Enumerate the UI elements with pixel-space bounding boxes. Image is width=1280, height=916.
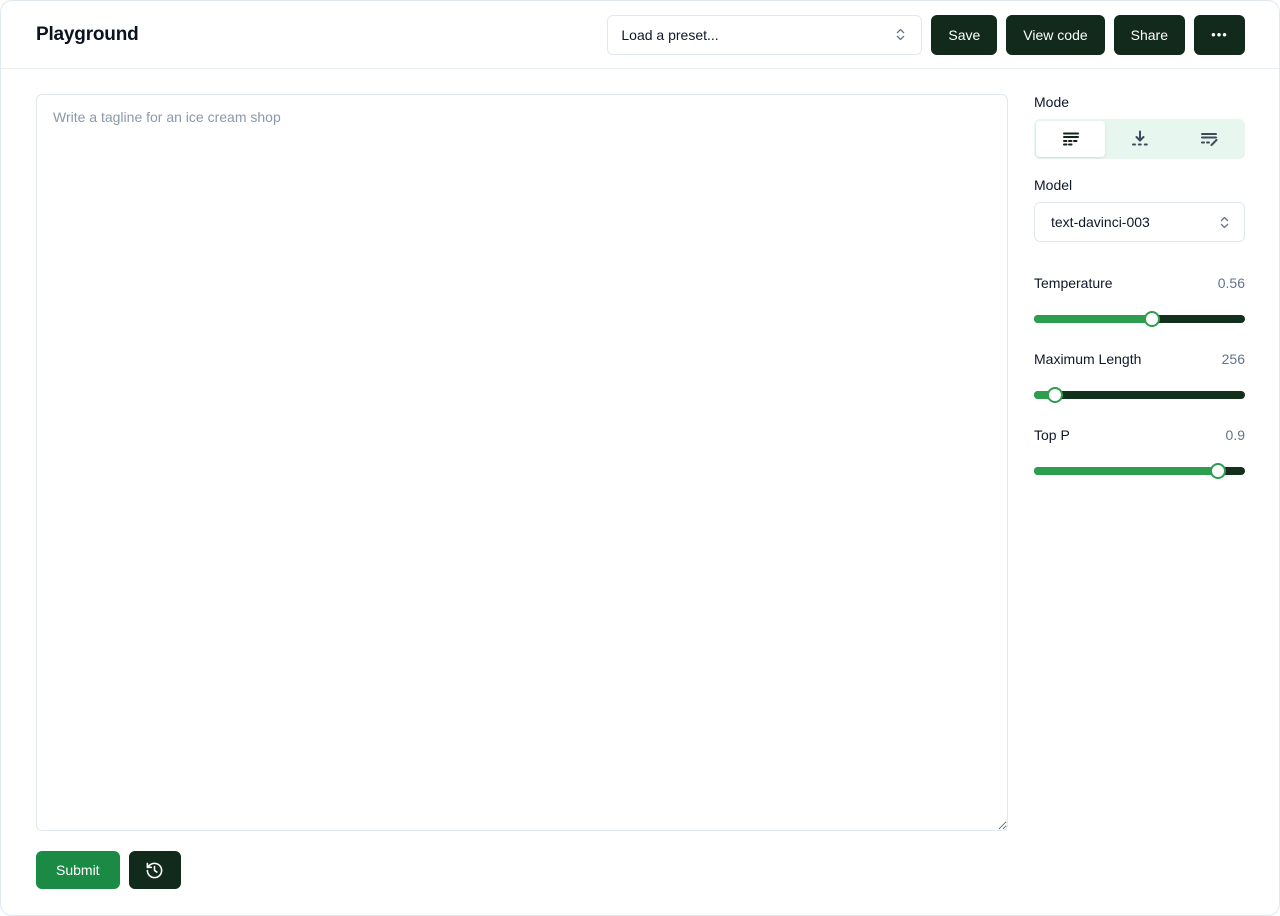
share-button[interactable]: Share: [1114, 15, 1185, 55]
save-button[interactable]: Save: [931, 15, 997, 55]
top-p-label: Top P: [1034, 427, 1070, 443]
main-content: Submit Mode: [1, 69, 1279, 915]
chevrons-up-down-icon: [893, 27, 908, 42]
submit-button[interactable]: Submit: [36, 851, 120, 889]
load-preset-value: Load a preset...: [621, 27, 718, 43]
history-button[interactable]: [129, 851, 181, 889]
model-select[interactable]: text-davinci-003: [1034, 202, 1245, 242]
editor-actions: Submit: [36, 851, 1008, 889]
chevrons-up-down-icon: [1217, 215, 1232, 230]
page-title: Playground: [36, 24, 139, 46]
temperature-slider[interactable]: [1034, 315, 1245, 323]
model-select-value: text-davinci-003: [1051, 214, 1150, 230]
edit-mode-icon: [1199, 129, 1219, 149]
settings-sidebar: Mode: [1034, 94, 1245, 915]
mode-tab-edit[interactable]: [1174, 121, 1243, 157]
slider-range: [1034, 467, 1218, 475]
insert-mode-icon: [1130, 129, 1150, 149]
mode-tab-insert[interactable]: [1105, 121, 1174, 157]
load-preset-select[interactable]: Load a preset...: [607, 15, 922, 55]
temperature-slider-thumb[interactable]: [1144, 311, 1160, 327]
prompt-input[interactable]: [36, 94, 1008, 831]
playground-window: Playground Load a preset... Save View co…: [0, 0, 1280, 916]
mode-tab-complete[interactable]: [1036, 121, 1105, 157]
maximum-length-slider[interactable]: [1034, 391, 1245, 399]
header-actions: Load a preset... Save View code Share ••…: [607, 15, 1245, 55]
mode-label: Mode: [1034, 94, 1245, 110]
maximum-length-value: 256: [1222, 351, 1245, 367]
maximum-length-label: Maximum Length: [1034, 351, 1141, 367]
maximum-length-control: Maximum Length 256: [1034, 351, 1245, 399]
history-icon: [145, 861, 164, 880]
top-p-value: 0.9: [1226, 427, 1245, 443]
slider-range: [1034, 315, 1152, 323]
temperature-value: 0.56: [1218, 275, 1245, 291]
temperature-label: Temperature: [1034, 275, 1113, 291]
top-p-slider[interactable]: [1034, 467, 1245, 475]
temperature-control: Temperature 0.56: [1034, 275, 1245, 323]
header: Playground Load a preset... Save View co…: [1, 1, 1279, 69]
editor-column: Submit: [36, 94, 1008, 915]
ellipsis-icon: •••: [1211, 27, 1228, 42]
top-p-slider-thumb[interactable]: [1210, 463, 1226, 479]
maximum-length-slider-thumb[interactable]: [1047, 387, 1063, 403]
model-label: Model: [1034, 177, 1245, 193]
more-options-button[interactable]: •••: [1194, 15, 1245, 55]
complete-mode-icon: [1061, 129, 1081, 149]
top-p-control: Top P 0.9: [1034, 427, 1245, 475]
mode-tabs: [1034, 119, 1245, 159]
view-code-button[interactable]: View code: [1006, 15, 1104, 55]
